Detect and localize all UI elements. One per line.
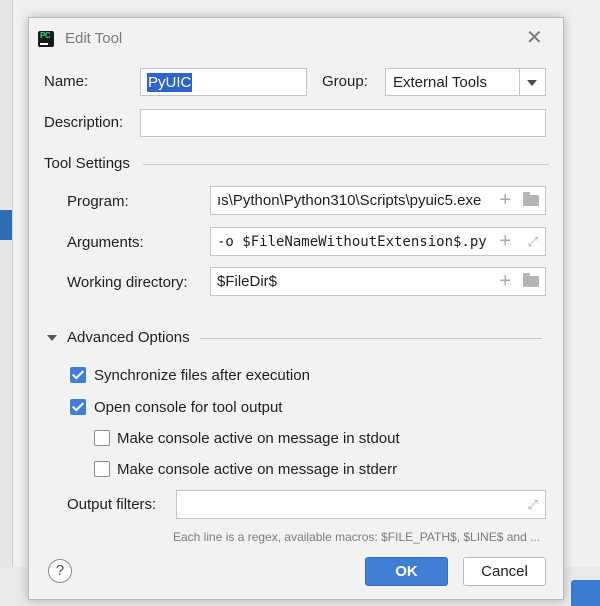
arguments-input-value: -o $FileNameWithoutExtension$.py [217, 234, 487, 250]
working-directory-label: Working directory: [67, 274, 188, 291]
group-combobox[interactable]: External Tools [385, 68, 546, 96]
expand-icon[interactable]: ⤢ [528, 234, 538, 250]
dialog-title: Edit Tool [65, 30, 123, 47]
group-combobox-separator [519, 69, 520, 95]
description-label: Description: [44, 114, 124, 131]
ok-button[interactable]: OK [365, 557, 448, 586]
arguments-input[interactable]: -o $FileNameWithoutExtension$.py + ⤢ [210, 227, 546, 256]
pycharm-icon-underline [40, 43, 48, 45]
stderr-active-checkbox[interactable] [94, 461, 110, 477]
pycharm-icon-text: PC [40, 31, 51, 40]
description-input[interactable] [140, 109, 546, 137]
program-label: Program: [67, 193, 129, 210]
plus-icon[interactable]: + [499, 270, 511, 292]
output-filters-input[interactable]: ⤢ [176, 490, 546, 519]
synchronize-files-checkbox[interactable] [70, 367, 86, 383]
working-directory-input[interactable]: $FileDir$ + [210, 267, 546, 296]
close-icon[interactable]: ✕ [526, 27, 543, 49]
expand-icon[interactable]: ⤢ [528, 497, 538, 513]
arguments-label: Arguments: [67, 234, 144, 251]
advanced-options-divider [200, 338, 542, 339]
stdout-active-label[interactable]: Make console active on message in stdout [117, 430, 400, 447]
background-button[interactable] [571, 580, 600, 606]
background-selection-marker [0, 210, 12, 240]
program-input-value: ıs\Python\Python310\Scripts\pyuic5.exe [217, 192, 482, 209]
output-filters-label: Output filters: [67, 496, 157, 513]
plus-icon[interactable]: + [495, 189, 511, 211]
group-combobox-value: External Tools [393, 74, 487, 91]
pycharm-icon: PC [38, 31, 54, 47]
working-directory-input-value: $FileDir$ [217, 273, 278, 290]
cancel-button[interactable]: Cancel [463, 557, 546, 586]
plus-icon[interactable]: + [499, 230, 511, 252]
name-input-value: PyUIC [147, 73, 193, 92]
synchronize-files-label[interactable]: Synchronize files after execution [94, 367, 310, 384]
tool-settings-divider [143, 164, 549, 165]
chevron-down-icon[interactable] [527, 80, 537, 86]
open-console-label[interactable]: Open console for tool output [94, 399, 282, 416]
stdout-active-checkbox[interactable] [94, 430, 110, 446]
background-left-panel [0, 0, 13, 606]
open-console-checkbox[interactable] [70, 399, 86, 415]
folder-icon[interactable] [523, 192, 539, 206]
folder-icon[interactable] [523, 273, 539, 287]
output-filters-hint: Each line is a regex, available macros: … [173, 530, 541, 544]
name-label: Name: [44, 73, 89, 90]
stderr-active-label[interactable]: Make console active on message in stderr [117, 461, 397, 478]
program-input[interactable]: ıs\Python\Python310\Scripts\pyuic5.exe + [210, 186, 546, 215]
group-label: Group: [322, 73, 368, 90]
collapse-triangle-icon[interactable] [47, 335, 57, 341]
name-input[interactable]: PyUIC [140, 68, 307, 96]
advanced-options-heading[interactable]: Advanced Options [67, 329, 190, 346]
edit-tool-dialog: PC Edit Tool ✕ Name: PyUIC Group: Extern… [28, 17, 564, 600]
help-icon[interactable]: ? [48, 559, 72, 583]
tool-settings-heading: Tool Settings [44, 155, 130, 172]
